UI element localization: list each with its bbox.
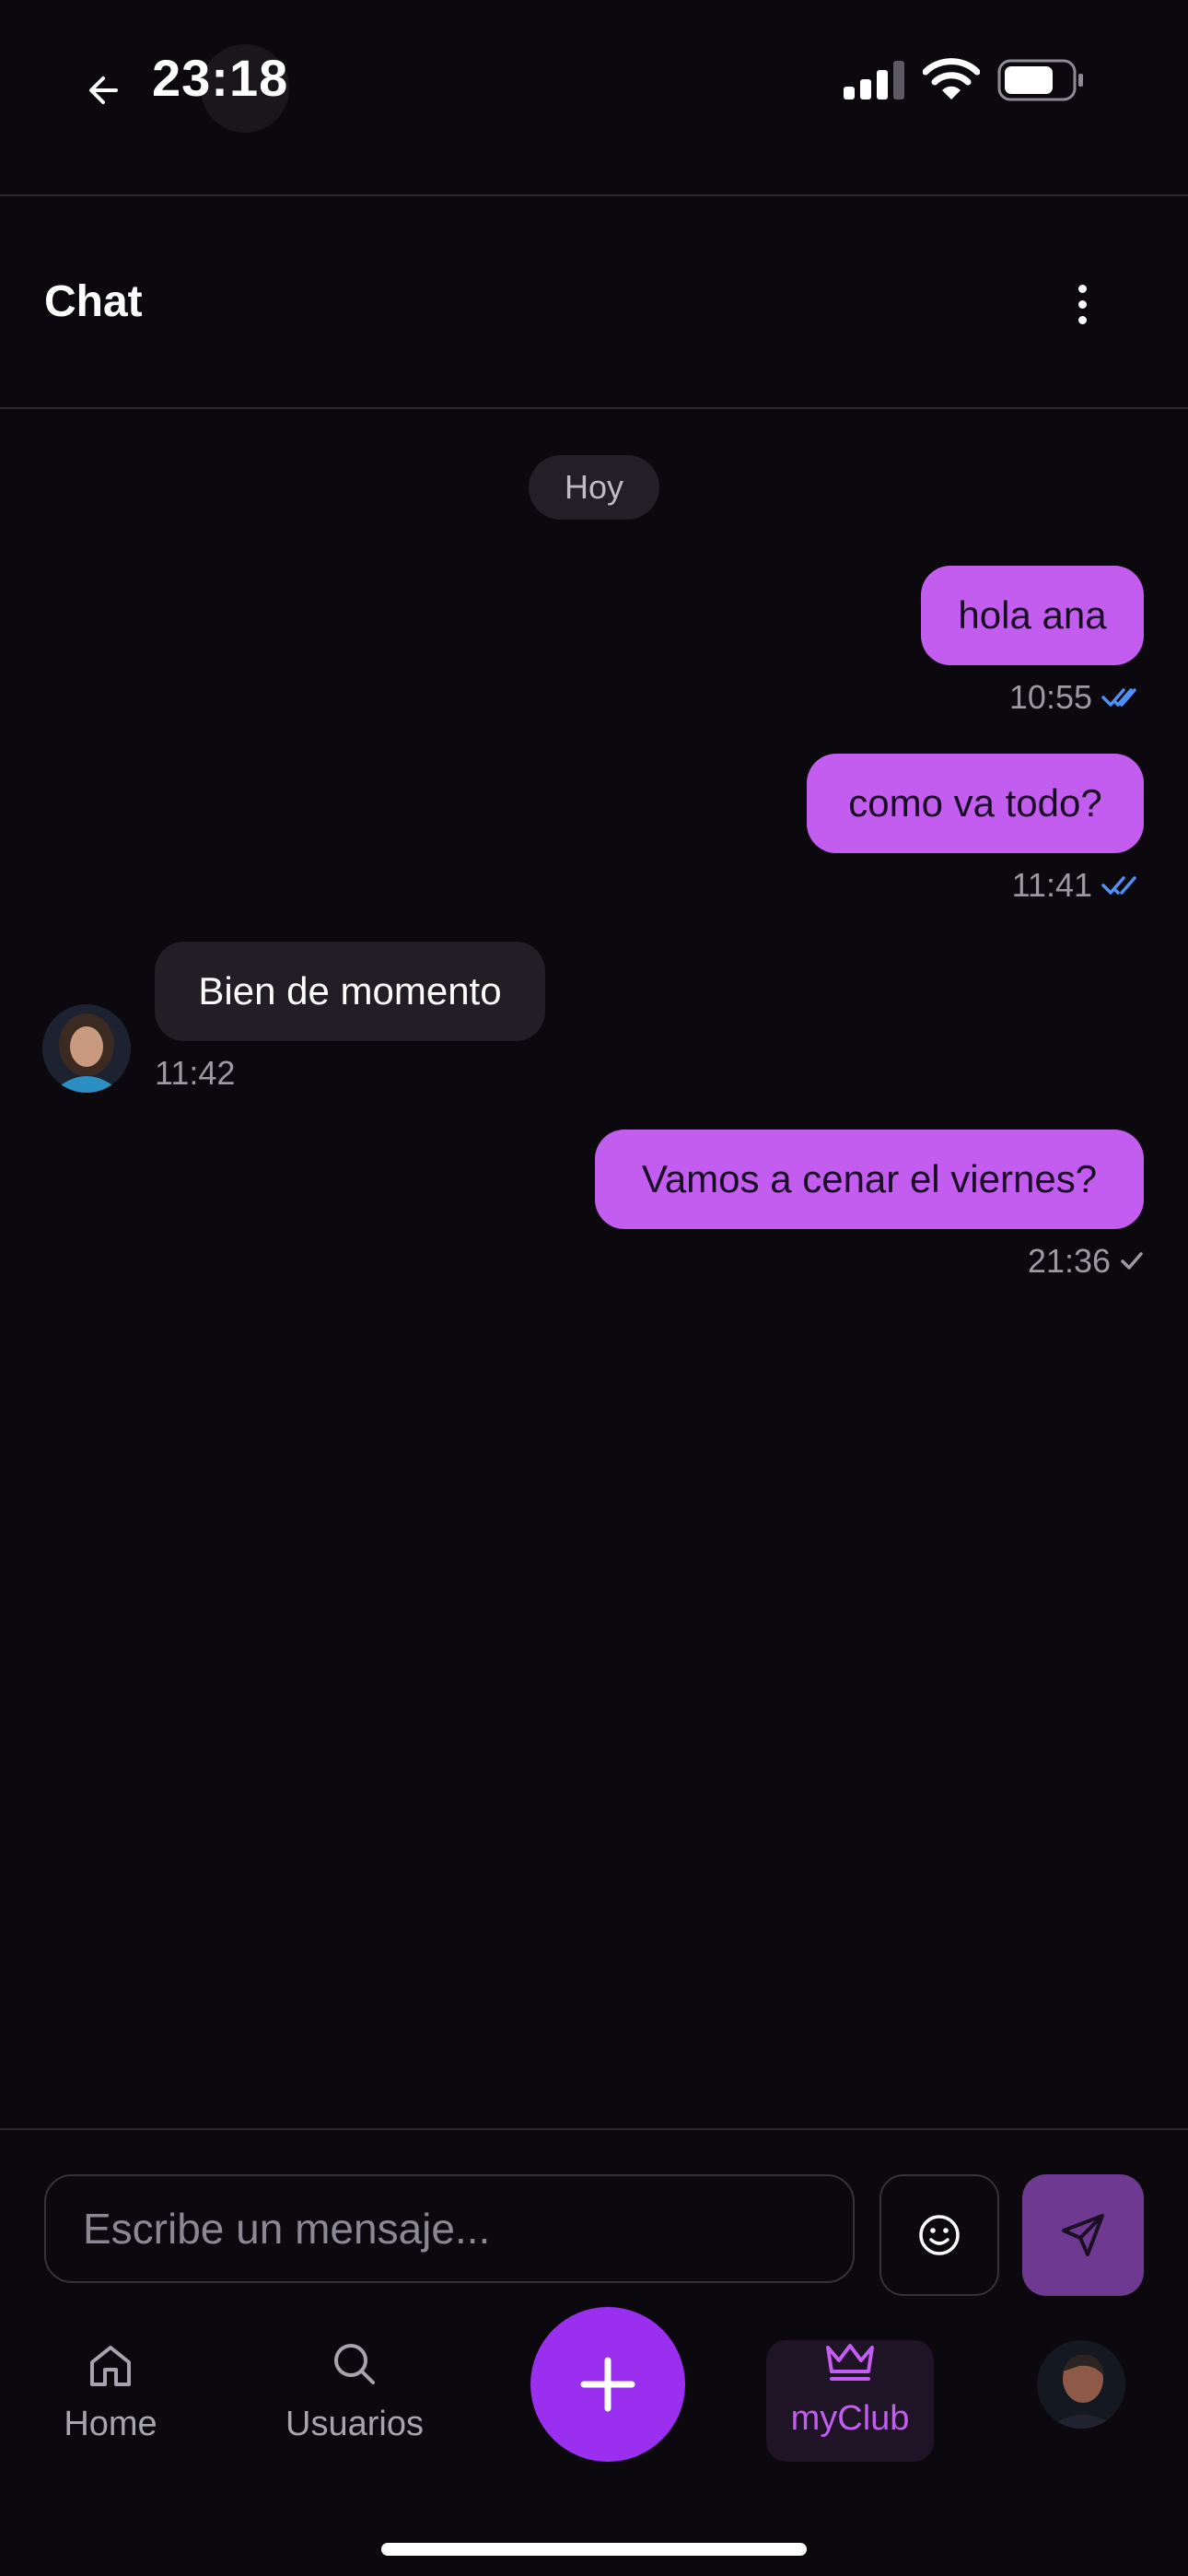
message-time: 21:36	[1027, 1242, 1111, 1280]
search-icon	[334, 2344, 375, 2384]
message-bubble-outgoing[interactable]: hola ana	[921, 566, 1144, 665]
message-time: 11:41	[1011, 866, 1092, 904]
more-options-button[interactable]	[1059, 276, 1105, 332]
contact-avatar[interactable]	[42, 1004, 131, 1093]
status-time: 23:18	[152, 49, 289, 107]
tab-label: Home	[64, 2405, 157, 2443]
more-vertical-icon	[1077, 284, 1087, 293]
double-check-icon	[1101, 685, 1144, 709]
message-meta: 10:55	[1009, 678, 1144, 717]
send-button[interactable]	[1022, 2174, 1144, 2296]
message-meta: 11:42	[155, 1054, 235, 1093]
double-check-icon	[1101, 873, 1144, 897]
message-input-field[interactable]	[44, 2174, 855, 2283]
battery-icon	[997, 59, 1086, 101]
home-indicator	[381, 2543, 807, 2556]
profile-avatar[interactable]	[1037, 2340, 1125, 2429]
divider	[0, 194, 1188, 196]
message-time: 10:55	[1008, 678, 1092, 716]
date-divider: Hoy	[529, 455, 659, 520]
tab-usuarios[interactable]: Usuarios	[267, 2340, 442, 2469]
message-bubble-outgoing[interactable]: Vamos a cenar el viernes?	[595, 1130, 1144, 1229]
plus-icon	[580, 2357, 635, 2412]
message-bubble-outgoing[interactable]: como va todo?	[807, 754, 1144, 853]
tab-label: myClub	[790, 2399, 910, 2438]
message-meta: 21:36	[1028, 1242, 1144, 1281]
message-input[interactable]	[81, 2203, 853, 2254]
tab-home[interactable]: Home	[37, 2340, 184, 2469]
divider	[0, 407, 1188, 409]
tab-label: Usuarios	[285, 2405, 424, 2443]
emoji-button[interactable]	[879, 2174, 999, 2296]
smile-icon	[919, 2215, 960, 2255]
check-icon	[1120, 1249, 1144, 1273]
crown-icon	[826, 2344, 874, 2381]
status-bar: 23:18	[0, 0, 1188, 195]
signal-icon	[842, 61, 906, 100]
message-meta: 11:41	[1012, 866, 1144, 905]
wifi-icon	[922, 57, 981, 101]
home-icon	[90, 2346, 131, 2386]
add-button[interactable]	[530, 2307, 685, 2462]
message-time: 11:42	[155, 1054, 236, 1092]
send-icon	[1062, 2214, 1104, 2256]
divider	[0, 2128, 1188, 2130]
page-title: Chat	[44, 277, 143, 326]
back-arrow-icon[interactable]	[79, 64, 131, 116]
tab-myclub[interactable]: myClub	[766, 2340, 934, 2462]
message-bubble-incoming[interactable]: Bien de momento	[155, 942, 545, 1041]
